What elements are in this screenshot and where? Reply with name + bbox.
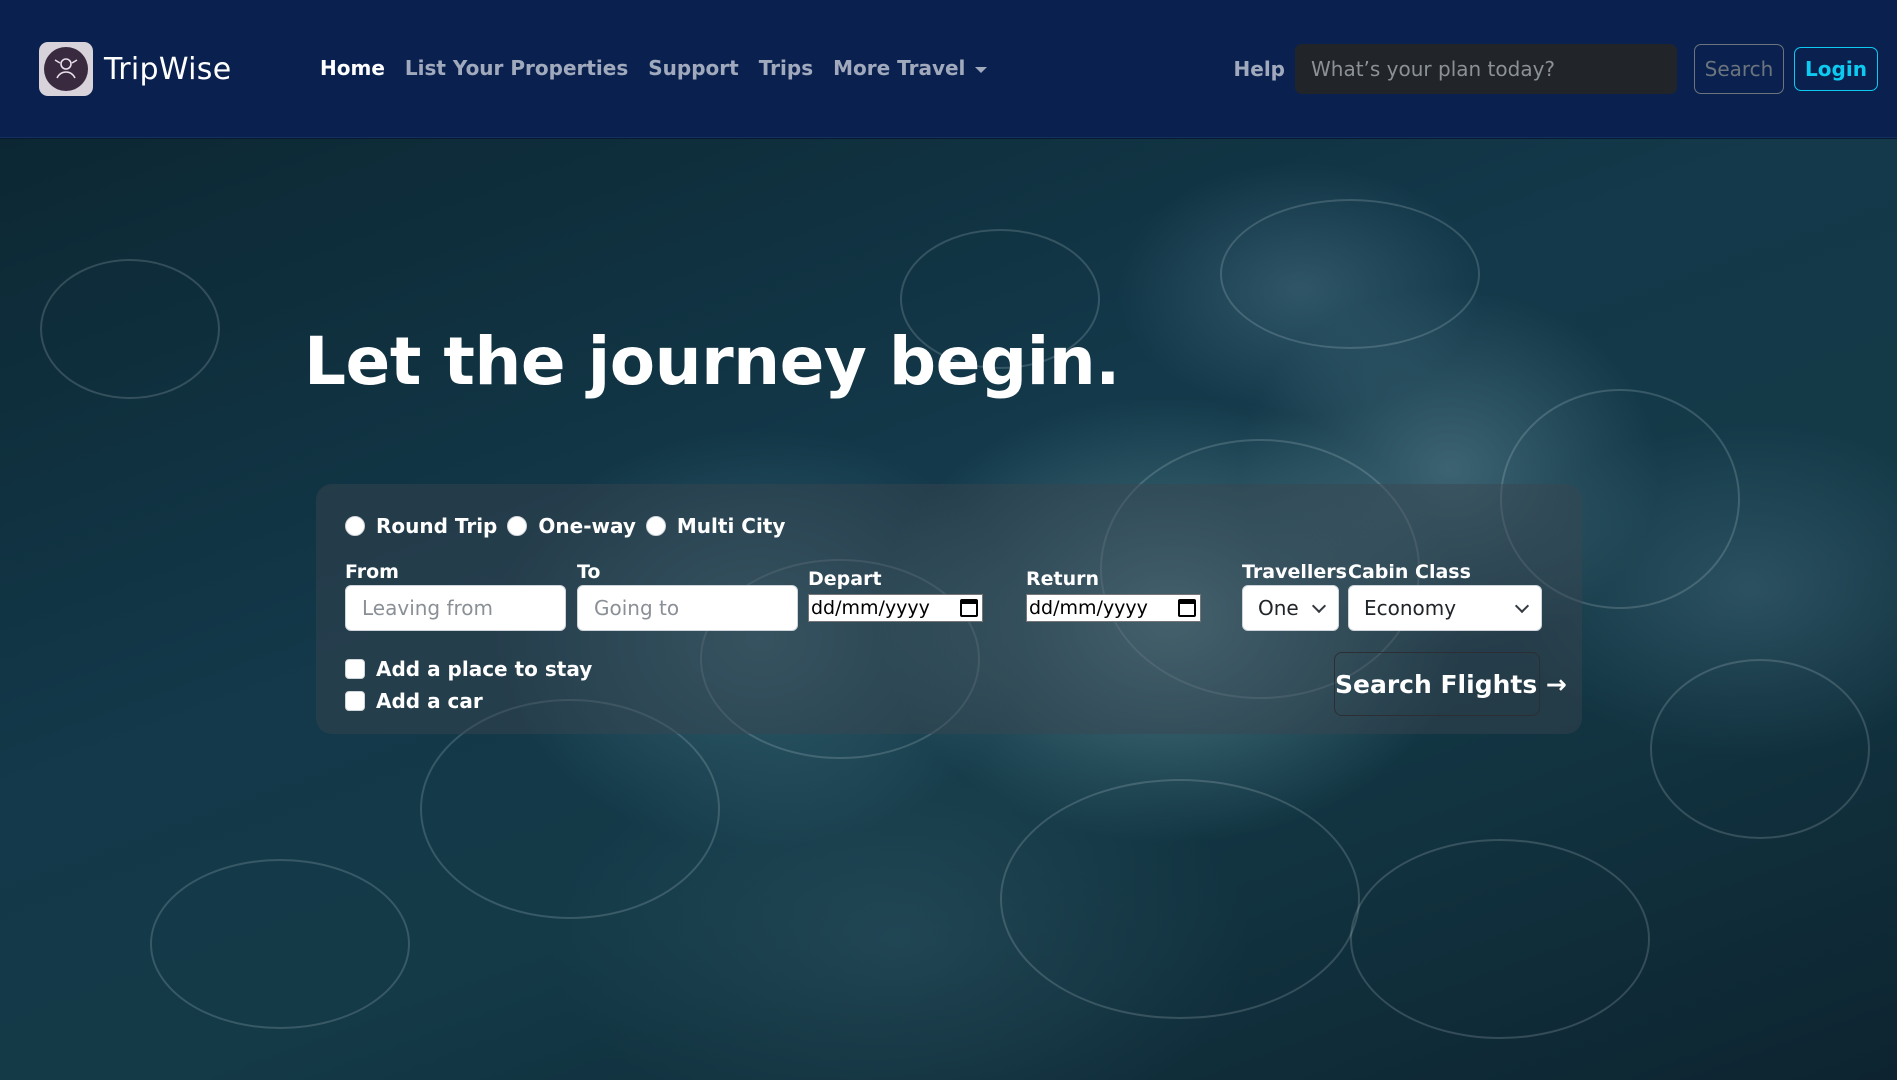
calendar-icon[interactable] <box>960 599 978 617</box>
search-input[interactable] <box>1295 44 1677 94</box>
cabin-class-label: Cabin Class <box>1348 561 1471 583</box>
more-travel-label: More Travel <box>833 56 966 80</box>
return-label: Return <box>1026 568 1100 590</box>
nav-link-list-properties[interactable]: List Your Properties <box>405 56 628 80</box>
tripwise-logo-icon <box>39 42 93 96</box>
radio-button[interactable] <box>507 516 528 536</box>
brand-name: TripWise <box>104 51 232 87</box>
add-car[interactable]: Add a car <box>345 689 483 713</box>
depart-label: Depart <box>808 568 882 590</box>
chevron-down-icon <box>1311 598 1327 613</box>
trip-type-multi-city[interactable]: Multi City <box>645 514 785 538</box>
nav-link-support[interactable]: Support <box>648 56 738 80</box>
nav-dropdown-more-travel[interactable]: More Travel <box>833 56 988 80</box>
help-link[interactable]: Help <box>1234 57 1285 81</box>
trip-type-one-way[interactable]: One-way <box>507 514 636 538</box>
travellers-label: Travellers <box>1242 561 1347 583</box>
nav-link-trips[interactable]: Trips <box>759 56 813 80</box>
checkbox[interactable] <box>345 659 365 679</box>
calendar-icon[interactable] <box>1178 599 1196 617</box>
brand[interactable]: TripWise <box>39 42 231 96</box>
login-button[interactable]: Login <box>1794 47 1878 91</box>
radio-button[interactable] <box>345 516 365 536</box>
top-navbar: TripWise Home List Your Properties Suppo… <box>0 0 1897 138</box>
radio-button[interactable] <box>645 516 666 536</box>
to-input[interactable] <box>577 585 798 631</box>
depart-date-input[interactable]: dd/mm/yyyy <box>808 594 983 622</box>
from-input[interactable] <box>345 585 566 631</box>
hero-title: Let the journey begin. <box>304 323 1120 400</box>
main-nav: Home List Your Properties Support Trips … <box>320 56 1007 80</box>
add-place-to-stay[interactable]: Add a place to stay <box>345 657 592 681</box>
return-date-input[interactable]: dd/mm/yyyy <box>1026 594 1201 622</box>
search-button[interactable]: Search <box>1694 44 1784 94</box>
caret-down-icon <box>975 66 988 73</box>
nav-link-home[interactable]: Home <box>320 56 385 80</box>
hero-section: Let the journey begin. Round Trip One-wa… <box>0 139 1897 1080</box>
from-label: From <box>345 561 399 583</box>
cabin-class-select[interactable]: Economy <box>1348 585 1542 631</box>
search-flights-button[interactable]: Search Flights → <box>1334 652 1567 716</box>
flight-search-card: Round Trip One-way Multi City From To De… <box>316 484 1582 734</box>
chevron-down-icon <box>1514 598 1530 613</box>
travellers-select[interactable]: One <box>1242 585 1339 631</box>
trip-type-group: Round Trip One-way Multi City <box>345 514 795 538</box>
trip-type-round-trip[interactable]: Round Trip <box>345 514 497 538</box>
nav-right: Help Search Login <box>1234 44 1878 94</box>
to-label: To <box>577 561 601 583</box>
checkbox[interactable] <box>345 691 365 711</box>
